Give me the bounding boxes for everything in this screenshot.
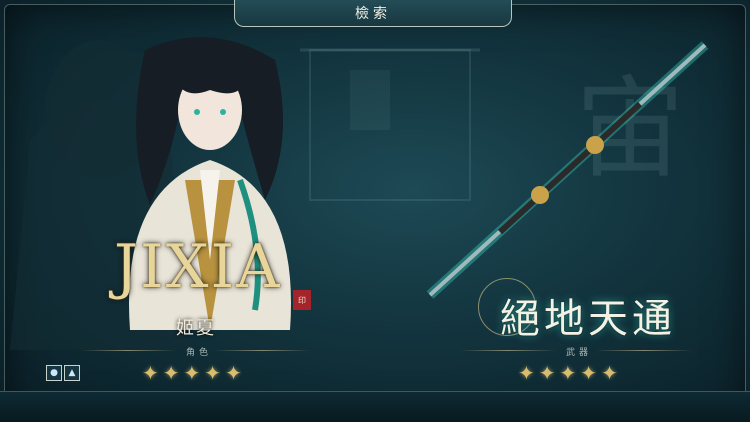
water-drop-icon: ● xyxy=(46,365,62,381)
character-divider-right xyxy=(214,350,310,351)
character-role-label: 角色 xyxy=(186,348,213,358)
red-seal-stamp: 印 xyxy=(293,290,311,310)
bottom-bar xyxy=(0,391,750,422)
star-icon: ✦ xyxy=(518,361,535,385)
mountain-icon: ▲ xyxy=(64,365,80,381)
weapon-illustration xyxy=(426,41,709,299)
weapon-type-label: 武器 xyxy=(566,348,593,358)
star-icon: ✦ xyxy=(225,361,242,385)
star-icon: ✦ xyxy=(162,361,180,385)
star-icon: ✦ xyxy=(183,361,201,385)
element-icons: ● ▲ xyxy=(46,365,80,381)
character-rarity-stars: ✦ ✦ ✦ ✦ ✦ xyxy=(142,362,242,384)
star-icon: ✦ xyxy=(142,361,159,385)
page-title: 檢索 xyxy=(234,0,512,27)
star-icon: ✦ xyxy=(204,361,222,385)
character-name: 姬夏 xyxy=(176,318,216,339)
weapon-name: 絕地天通 xyxy=(500,296,676,342)
star-icon: ✦ xyxy=(538,361,556,385)
star-icon: ✦ xyxy=(601,361,618,385)
character-divider xyxy=(80,350,176,351)
character-logo: JIXIA xyxy=(114,232,282,302)
star-icon: ✦ xyxy=(559,361,577,385)
weapon-divider xyxy=(460,350,556,351)
weapon-rarity-stars: ✦ ✦ ✦ ✦ ✦ xyxy=(518,362,618,384)
star-icon: ✦ xyxy=(580,361,598,385)
weapon-divider-right xyxy=(596,350,692,351)
